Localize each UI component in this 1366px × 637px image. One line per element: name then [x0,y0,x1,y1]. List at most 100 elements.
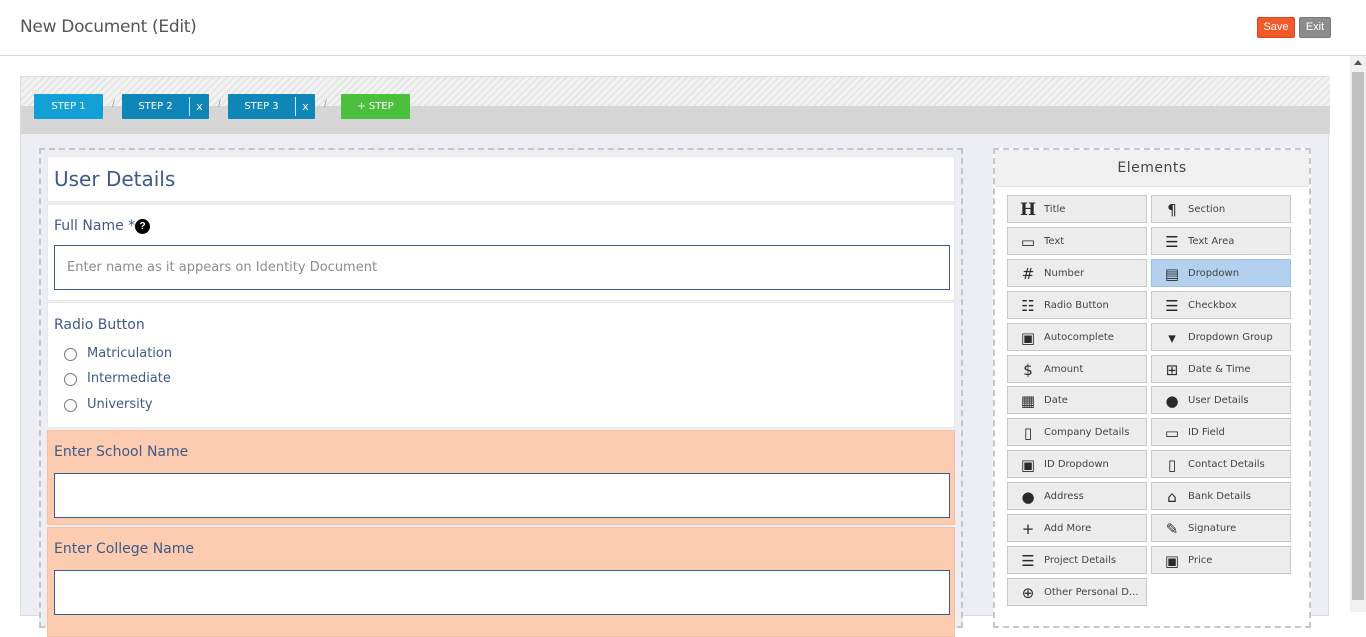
add-step-label: + STEP [357,101,394,112]
element-label: Add More [1044,523,1092,534]
radio-option-label: Intermediate [87,371,171,386]
id-card-icon: ▭ [1164,424,1180,442]
element-add-more-button[interactable]: + Add More [1007,514,1147,542]
elements-panel: Elements H Title ¶ Section ▭ Text ☰ Text Area # N… [993,148,1311,628]
building-icon: ▯ [1023,424,1033,442]
element-bank-details-button[interactable]: ⌂ Bank Details [1151,482,1291,510]
paragraph-icon: ¶ [1167,201,1177,219]
calendar-icon: ▦ [1020,392,1036,410]
element-price-button[interactable]: ▣ Price [1151,546,1291,574]
page-title: New Document (Edit) [20,17,197,37]
builder-workspace: STEP 1 / STEP 2 x / STEP 3 x / + STEP Us… [20,76,1330,637]
tab-step-2[interactable]: STEP 2 x [122,94,209,119]
element-label: Company Details [1044,427,1130,438]
element-label: Bank Details [1188,491,1251,502]
element-dropdown-group-button[interactable]: ▾ Dropdown Group [1151,323,1291,351]
element-autocomplete-button[interactable]: ▣ Autocomplete [1007,323,1147,351]
section-title-block[interactable]: User Details [47,156,955,202]
plus-icon: + [1021,520,1035,538]
radio-circle-icon[interactable] [64,399,77,412]
scroll-up-arrow-icon[interactable] [1354,60,1362,65]
tab-step-3[interactable]: STEP 3 x [228,94,315,119]
save-button[interactable]: Save [1257,17,1295,38]
radio-circle-icon[interactable] [64,348,77,361]
elements-title: Elements [995,150,1309,187]
element-label: Amount [1044,364,1084,375]
element-label: Date & Time [1188,364,1251,375]
element-label: Checkbox [1188,300,1237,311]
id-badge-icon: ▣ [1020,456,1036,474]
autocomplete-icon: ▣ [1020,329,1036,347]
radio-group-label: Radio Button [54,317,145,333]
element-checkbox-button[interactable]: ☰ Checkbox [1151,291,1291,319]
remove-step-3-button[interactable]: x [295,97,315,116]
element-label: ID Field [1188,427,1225,438]
element-label: Title [1044,204,1066,215]
element-label: User Details [1188,395,1249,406]
element-date-time-button[interactable]: ⊞ Date & Time [1151,355,1291,383]
add-step-button[interactable]: + STEP [341,94,410,119]
element-contact-details-button[interactable]: ▯ Contact Details [1151,450,1291,478]
element-label: Radio Button [1044,300,1109,311]
exit-button[interactable]: Exit [1299,17,1331,38]
element-label: Price [1188,555,1213,566]
element-amount-button[interactable]: $ Amount [1007,355,1147,383]
bank-icon: ⌂ [1167,488,1177,506]
page-scrollbar[interactable] [1350,56,1366,612]
full-name-label: Full Name * [54,218,136,234]
college-name-label: Enter College Name [54,541,195,557]
element-label: Text [1044,236,1065,247]
element-address-button[interactable]: ● Address [1007,482,1147,510]
plus-circle-icon: ⊕ [1021,584,1035,602]
element-label: Text Area [1188,236,1235,247]
mobile-icon: ▯ [1167,456,1177,474]
element-label: Autocomplete [1044,332,1114,343]
school-name-block[interactable]: Enter School Name [47,430,955,525]
element-user-details-button[interactable]: ● User Details [1151,386,1291,414]
element-text-area-button[interactable]: ☰ Text Area [1151,227,1291,255]
step-label: STEP 3 [244,101,279,112]
signature-icon: ✎ [1165,520,1179,538]
college-name-input[interactable] [54,570,950,615]
element-text-button[interactable]: ▭ Text [1007,227,1147,255]
element-company-details-button[interactable]: ▯ Company Details [1007,418,1147,446]
school-name-input[interactable] [54,473,950,518]
element-id-dropdown-button[interactable]: ▣ ID Dropdown [1007,450,1147,478]
element-project-details-button[interactable]: ☰ Project Details [1007,546,1147,574]
element-radio-button-button[interactable]: ☷ Radio Button [1007,291,1147,319]
money-icon: ▣ [1164,552,1180,570]
scroll-thumb[interactable] [1352,72,1364,600]
full-name-block[interactable]: Full Name * ? Enter name as it appears o… [47,204,955,301]
section-title: User Details [54,167,176,191]
college-name-block[interactable]: Enter College Name [47,527,955,637]
checklist-icon: ☰ [1165,297,1179,315]
element-label: Other Personal D... [1044,587,1139,598]
radio-option-label: Matriculation [87,346,173,361]
element-label: Project Details [1044,555,1117,566]
step-label: STEP 1 [51,101,86,112]
full-name-input[interactable]: Enter name as it appears on Identity Doc… [54,245,950,290]
element-other-personal-d-button[interactable]: ⊕ Other Personal D... [1007,578,1147,606]
radio-circle-icon[interactable] [64,373,77,386]
element-number-button[interactable]: # Number [1007,259,1147,287]
element-label: Contact Details [1188,459,1265,470]
hash-icon: # [1021,265,1035,283]
dropdown-icon: ▤ [1164,265,1180,283]
element-dropdown-button[interactable]: ▤ Dropdown [1151,259,1291,287]
radio-button-block[interactable]: Radio Button Matriculation Intermediate … [47,302,955,428]
element-id-field-button[interactable]: ▭ ID Field [1151,418,1291,446]
calendar-plus-icon: ⊞ [1165,361,1179,379]
step-separator: / [324,99,327,110]
tab-step-1[interactable]: STEP 1 [34,94,103,119]
element-label: Number [1044,268,1085,279]
element-section-button[interactable]: ¶ Section [1151,195,1291,223]
element-date-button[interactable]: ▦ Date [1007,386,1147,414]
school-name-label: Enter School Name [54,444,189,460]
dollar-icon: $ [1023,361,1033,379]
remove-step-2-button[interactable]: x [189,97,209,116]
text-area-icon: ☰ [1165,233,1179,251]
map-marker-icon: ● [1021,488,1035,506]
element-signature-button[interactable]: ✎ Signature [1151,514,1291,542]
help-icon[interactable]: ? [135,219,150,234]
element-title-button[interactable]: H Title [1007,195,1147,223]
